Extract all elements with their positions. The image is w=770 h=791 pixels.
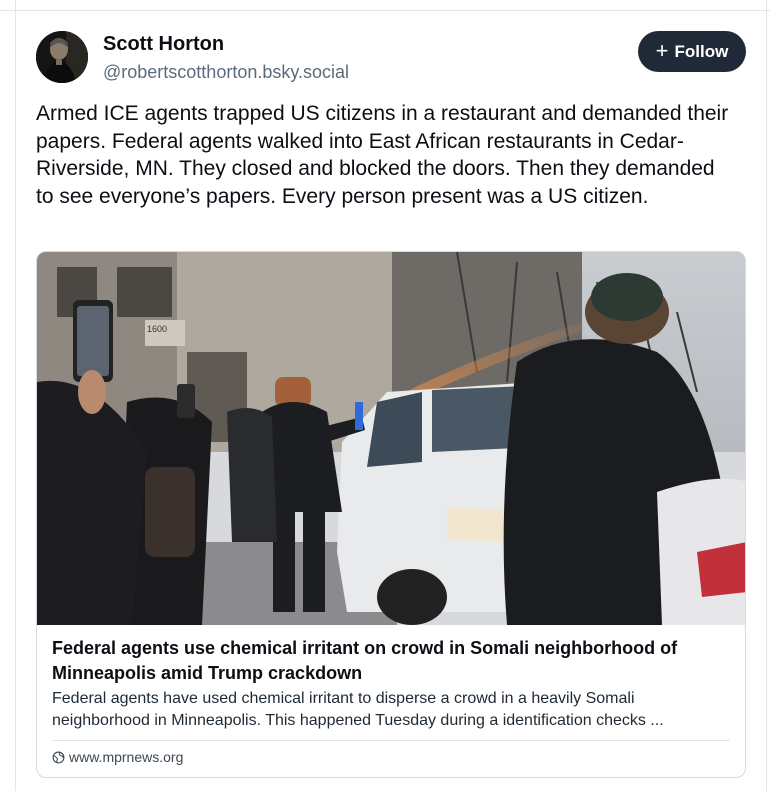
- post-text: Armed ICE agents trapped US citizens in …: [36, 102, 729, 208]
- building-number: 1600: [147, 324, 167, 334]
- post: Scott Horton @robertscotthorton.bsky.soc…: [16, 11, 766, 791]
- frame-right-border: [766, 0, 767, 791]
- link-card-image: 1600: [37, 252, 745, 625]
- globe-icon: [52, 751, 65, 763]
- follow-button[interactable]: + Follow: [638, 31, 746, 72]
- link-card[interactable]: 1600 Federal agents use chemical irritan…: [36, 251, 746, 778]
- link-card-domain-row: www.mprnews.org: [52, 749, 183, 765]
- link-card-divider: [52, 740, 730, 741]
- avatar[interactable]: [36, 31, 88, 83]
- author-name[interactable]: Scott Horton: [103, 33, 224, 56]
- author-handle[interactable]: @robertscotthorton.bsky.social: [103, 62, 349, 83]
- follow-label: Follow: [674, 41, 729, 61]
- plus-icon: +: [655, 37, 669, 63]
- link-card-description-line-2: neighborhood in Minneapolis. This happen…: [52, 712, 664, 729]
- link-card-description-line-1: Federal agents have used chemical irrita…: [52, 690, 635, 707]
- link-card-title[interactable]: Federal agents use chemical irritant on …: [52, 636, 737, 686]
- link-card-domain: www.mprnews.org: [69, 749, 184, 765]
- link-card-description: Federal agents have used chemical irrita…: [52, 688, 737, 732]
